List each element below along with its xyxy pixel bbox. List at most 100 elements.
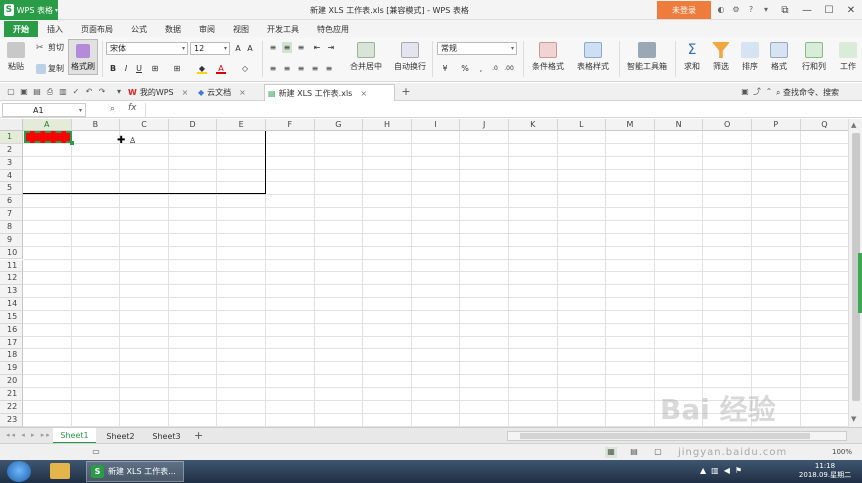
table-style-button[interactable]: 表格样式 (572, 42, 614, 72)
tab-special[interactable]: 特色应用 (308, 21, 358, 37)
share-icon[interactable]: ⤴ (752, 87, 762, 97)
hscroll-thumb[interactable] (520, 433, 810, 439)
row-header-19[interactable]: 19 (0, 362, 23, 376)
column-header-F[interactable]: F (266, 119, 315, 131)
font-name-select[interactable]: 宋体 ▾ (106, 42, 188, 55)
column-header-I[interactable]: I (411, 119, 461, 131)
column-header-D[interactable]: D (168, 119, 218, 131)
skin-icon[interactable]: ◐ (715, 3, 727, 16)
rows-cols-button[interactable]: 行和列 (797, 42, 831, 72)
align-left-icon[interactable]: ≡ (268, 63, 278, 74)
sheet-tab-3[interactable]: Sheet3 (145, 428, 188, 444)
column-header-H[interactable]: H (363, 119, 412, 131)
row-header-2[interactable]: 2 (0, 143, 23, 157)
tab-insert[interactable]: 插入 (38, 21, 72, 37)
view-icon[interactable]: ▣ (740, 87, 750, 97)
justify-icon[interactable]: ≡ (310, 63, 320, 74)
reading-view-icon[interactable]: ▢ (652, 447, 664, 458)
search-command[interactable]: ⌕ 查找命令、搜索 (776, 87, 839, 98)
border-dropdown-icon[interactable]: ⊞ (172, 63, 182, 74)
row-header-13[interactable]: 13 (0, 285, 23, 299)
bold-button[interactable]: B (108, 63, 118, 74)
formula-input[interactable] (145, 103, 860, 117)
maximize-button[interactable]: ☐ (818, 0, 840, 20)
column-header-E[interactable]: E (217, 119, 266, 131)
add-sheet-icon[interactable]: + (194, 429, 203, 442)
sheet-tab-2[interactable]: Sheet2 (99, 428, 142, 444)
page-break-view-icon[interactable]: ▤ (628, 447, 640, 458)
thousands-icon[interactable]: , (476, 63, 486, 74)
print-icon[interactable]: ⎙ (45, 87, 55, 97)
increase-decimal-icon[interactable]: .0 (490, 63, 500, 74)
side-panel-handle[interactable] (858, 253, 862, 313)
column-header-L[interactable]: L (557, 119, 607, 131)
sum-button[interactable]: Σ 求和 (679, 42, 705, 72)
menu-icon[interactable]: ▾ (760, 3, 772, 16)
row-header-16[interactable]: 16 (0, 323, 23, 337)
fill-color-icon[interactable]: ◆ (197, 63, 207, 74)
tray-expand-icon[interactable]: ▲ (700, 466, 706, 475)
align-top-icon[interactable]: ≡ (268, 42, 278, 53)
row-header-15[interactable]: 15 (0, 310, 23, 324)
row-header-10[interactable]: 10 (0, 246, 23, 260)
doc-tab-cloud[interactable]: ◆ 云文档 × (198, 84, 262, 101)
column-header-Q[interactable]: Q (800, 119, 848, 131)
row-header-1[interactable]: 1 (0, 131, 23, 144)
close-icon[interactable]: × (239, 88, 246, 97)
column-header-N[interactable]: N (654, 119, 704, 131)
conditional-format-button[interactable]: 条件格式 (527, 42, 569, 72)
tab-data[interactable]: 数据 (156, 21, 190, 37)
preview-icon[interactable]: ▥ (58, 87, 68, 97)
close-button[interactable]: ✕ (840, 0, 862, 20)
spellcheck-icon[interactable]: ✓ (71, 87, 81, 97)
network-icon[interactable]: ▥ (711, 466, 719, 475)
font-size-select[interactable]: 12 ▾ (190, 42, 230, 55)
settings-icon[interactable]: ⚙ (730, 3, 742, 16)
new-tab-icon[interactable]: + (401, 86, 411, 97)
undo-icon[interactable]: ↶ (84, 87, 94, 97)
increase-font-button[interactable]: A (233, 43, 243, 54)
row-header-20[interactable]: 20 (0, 375, 23, 388)
column-header-G[interactable]: G (314, 119, 364, 131)
name-box[interactable]: A1 ▾ (2, 103, 86, 117)
clear-format-icon[interactable]: ◇ (240, 63, 250, 74)
open-icon[interactable]: ▤ (32, 87, 42, 97)
new-icon[interactable]: ▢ (6, 87, 16, 97)
clock[interactable]: 11:18 2018.09.星期二 (795, 462, 855, 480)
decrease-decimal-icon[interactable]: .00 (504, 63, 514, 74)
zoom-icon[interactable]: ⌕ (110, 104, 115, 114)
app-menu-button[interactable]: S WPS 表格 ▾ (0, 0, 58, 20)
login-button[interactable]: 未登录 (657, 1, 711, 19)
format-painter-button[interactable]: 格式刷 (68, 39, 98, 75)
underline-button[interactable]: U (134, 63, 144, 74)
row-header-18[interactable]: 18 (0, 349, 23, 363)
row-header-14[interactable]: 14 (0, 298, 23, 311)
row-header-4[interactable]: 4 (0, 169, 23, 183)
row-header-9[interactable]: 9 (0, 233, 23, 247)
align-bottom-icon[interactable]: ≡ (296, 42, 306, 53)
row-header-23[interactable]: 23 (0, 413, 23, 427)
merge-center-button[interactable]: 合并居中 (345, 42, 387, 72)
filter-button[interactable]: 筛选 (708, 42, 734, 72)
volume-icon[interactable]: ◀ (724, 466, 730, 475)
page-icon[interactable]: ▭ (90, 447, 102, 458)
tab-home[interactable]: 开始 (4, 21, 38, 37)
indent-decrease-icon[interactable]: ⇤ (312, 42, 322, 53)
row-header-21[interactable]: 21 (0, 388, 23, 401)
spreadsheet-grid[interactable]: A B C D E F G H I J K L M N O P Q 1 2 3 4 5 6 7 8 9 10 11 12 13 14 15 16… (0, 119, 848, 427)
row-header-8[interactable]: 8 (0, 220, 23, 234)
fill-handle[interactable] (70, 141, 74, 145)
smart-toolbox-button[interactable]: 智能工具箱 (624, 42, 670, 72)
restore-icon[interactable]: ⧉ (774, 0, 796, 20)
doc-tab-current[interactable]: ▤ 新建 XLS 工作表.xls × (264, 84, 395, 101)
indent-increase-icon[interactable]: ⇥ (326, 42, 336, 53)
row-header-6[interactable]: 6 (0, 195, 23, 209)
redo-icon[interactable]: ↷ (97, 87, 107, 97)
column-header-M[interactable]: M (606, 119, 655, 131)
tab-view[interactable]: 视图 (224, 21, 258, 37)
sort-button[interactable]: 排序 (737, 42, 763, 72)
tab-developer[interactable]: 开发工具 (258, 21, 308, 37)
normal-view-icon[interactable]: ▦ (605, 447, 617, 458)
column-header-C[interactable]: C (120, 119, 169, 131)
scroll-down-icon[interactable]: ▼ (851, 415, 856, 423)
